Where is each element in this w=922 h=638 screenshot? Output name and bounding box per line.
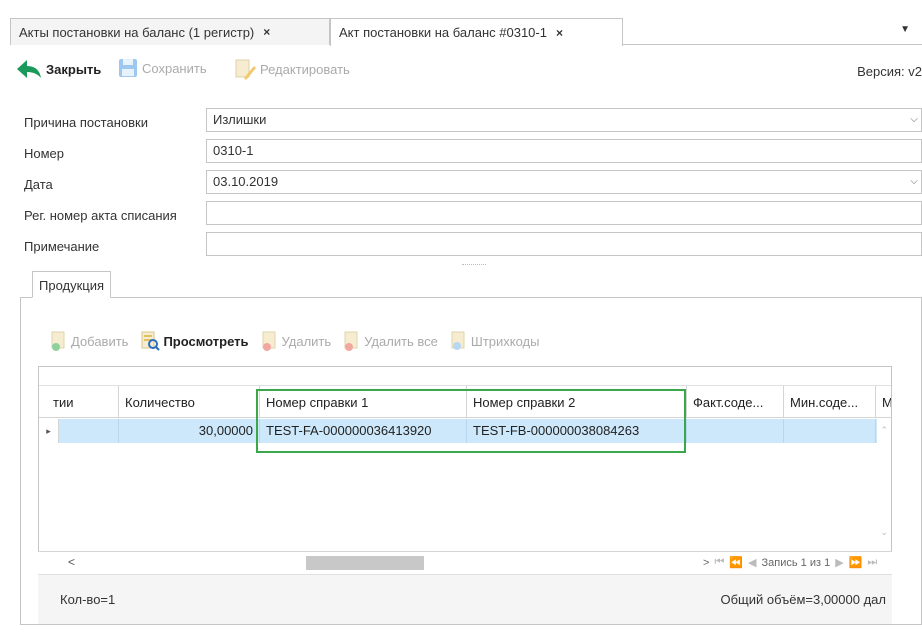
tab-menu-icon[interactable]: ▼ <box>900 24 910 35</box>
last-page-icon[interactable]: ⏭ <box>867 556 877 569</box>
tab-registry-label: Акты постановки на баланс (1 регистр) <box>19 24 255 40</box>
horizontal-scrollbar[interactable]: < > ⏮ ⏪ ◀ Запись 1 из 1 ▶ ⏩ ⏭ <box>38 551 892 574</box>
scroll-down-icon[interactable]: ⌄ <box>880 527 888 538</box>
prev-page-icon[interactable]: ⏪ <box>729 556 743 569</box>
column-header[interactable]: тии <box>39 386 119 418</box>
pager: > ⏮ ⏪ ◀ Запись 1 из 1 ▶ ⏩ ⏭ <box>703 556 882 569</box>
count-summary: Кол-во=1 <box>60 592 116 607</box>
chevron-down-icon[interactable]: ⌵ <box>907 173 921 191</box>
table-cell[interactable] <box>784 419 876 443</box>
barcodes-button[interactable]: Штрихкоды <box>450 331 540 351</box>
note-label: Примечание <box>24 239 100 254</box>
edit-button-label: Редактировать <box>260 61 350 77</box>
date-value: 03.10.2019 <box>213 174 279 189</box>
edit-pencil-icon <box>235 59 256 80</box>
reason-label: Причина постановки <box>24 115 148 130</box>
table-cell[interactable]: 30,00000 <box>119 419 260 443</box>
view-button[interactable]: Просмотреть <box>140 331 249 351</box>
edit-button[interactable]: Редактировать <box>234 58 350 80</box>
arrow-back-icon <box>17 60 41 78</box>
scroll-left-icon[interactable]: < <box>68 555 75 569</box>
delete-button[interactable]: Удалить <box>261 331 332 351</box>
pager-text: Запись 1 из 1 <box>761 556 831 569</box>
column-header[interactable]: Мин.соде... <box>784 386 876 418</box>
save-button-label: Сохранить <box>142 60 207 76</box>
first-page-icon[interactable]: ⏮ <box>714 556 724 569</box>
column-header[interactable]: Количество <box>119 386 260 418</box>
add-button-label: Добавить <box>71 333 129 349</box>
reason-select[interactable]: Излишки ⌵ <box>206 108 922 132</box>
next-record-icon[interactable]: ▶ <box>835 556 843 569</box>
tab-strip: Акты постановки на баланс (1 регистр) × … <box>10 18 922 46</box>
scroll-up-icon[interactable]: ⌃ <box>880 425 888 436</box>
chevron-down-icon[interactable]: ⌵ <box>907 111 921 129</box>
doc-delete-icon <box>262 331 276 351</box>
row-indicator-icon: ▸ <box>39 419 59 443</box>
number-field[interactable]: 0310-1 <box>206 139 922 163</box>
barcodes-button-label: Штрихкоды <box>470 333 540 349</box>
delete-button-label: Удалить <box>281 333 332 349</box>
column-header[interactable]: М <box>876 386 891 418</box>
toolbar: Закрыть Сохранить Редактировать Версия: … <box>10 52 922 88</box>
highlight-box <box>256 389 686 453</box>
version-label: Версия: v2 <box>857 64 922 79</box>
table-cell[interactable] <box>687 419 784 443</box>
date-label: Дата <box>24 177 53 192</box>
volume-summary: Общий объём=3,00000 дал <box>720 592 886 607</box>
view-button-label: Просмотреть <box>163 333 249 349</box>
save-disk-icon <box>119 59 137 77</box>
number-label: Номер <box>24 146 65 161</box>
close-button-label: Закрыть <box>46 61 102 77</box>
tab-products[interactable]: Продукция <box>32 271 112 298</box>
grid-footer: Кол-во=1 Общий объём=3,00000 дал <box>38 574 892 624</box>
doc-add-icon <box>51 331 65 351</box>
doc-view-icon <box>141 331 161 351</box>
close-icon[interactable]: × <box>556 26 563 40</box>
reason-value: Излишки <box>213 112 267 127</box>
vertical-scrollbar[interactable]: ⌃ ⌄ <box>877 419 891 549</box>
tab-registry[interactable]: Акты постановки на баланс (1 регистр) × <box>10 18 330 45</box>
tab-act-label: Акт постановки на баланс #0310-1 <box>339 25 547 40</box>
delete-all-button-label: Удалить все <box>364 333 438 349</box>
date-picker[interactable]: 03.10.2019 ⌵ <box>206 170 922 194</box>
splitter-handle[interactable] <box>462 264 486 265</box>
reg-number-field[interactable] <box>206 201 922 225</box>
close-button[interactable]: Закрыть <box>16 58 101 80</box>
scroll-thumb[interactable] <box>306 556 424 570</box>
add-button[interactable]: Добавить <box>50 331 128 351</box>
products-toolbar: Добавить Просмотреть Удалить Удалить все… <box>50 330 551 352</box>
next-page-icon[interactable]: ⏩ <box>849 556 863 569</box>
note-field[interactable] <box>206 232 922 256</box>
scroll-right-icon[interactable]: > <box>703 557 709 569</box>
table-cell[interactable] <box>59 419 119 443</box>
doc-delete-icon <box>344 331 358 351</box>
reg-number-label: Рег. номер акта списания <box>24 208 177 223</box>
barcode-doc-icon <box>451 331 465 350</box>
save-button[interactable]: Сохранить <box>118 58 207 78</box>
tab-act[interactable]: Акт постановки на баланс #0310-1 × <box>330 18 623 46</box>
column-header[interactable]: Факт.соде... <box>687 386 784 418</box>
close-icon[interactable]: × <box>263 25 270 39</box>
number-value: 0310-1 <box>213 143 254 158</box>
delete-all-button[interactable]: Удалить все <box>343 331 438 351</box>
prev-record-icon[interactable]: ◀ <box>748 556 756 569</box>
grid-group-panel <box>39 367 891 386</box>
